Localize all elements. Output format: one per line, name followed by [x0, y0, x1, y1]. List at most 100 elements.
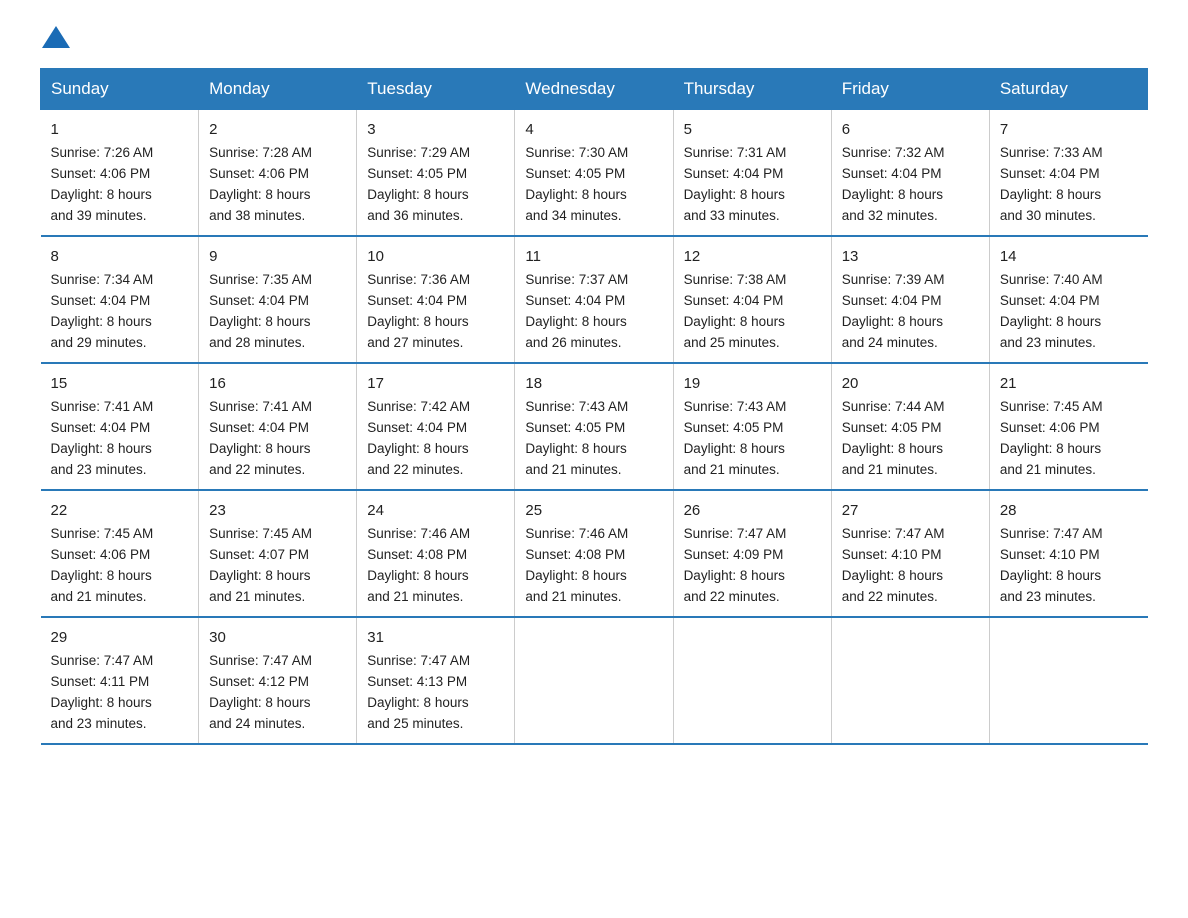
header-day-friday: Friday: [831, 69, 989, 110]
day-number: 29: [51, 626, 189, 649]
calendar-cell: [831, 617, 989, 744]
day-number: 20: [842, 372, 979, 395]
calendar-week-row: 22 Sunrise: 7:45 AMSunset: 4:06 PMDayligh…: [41, 490, 1148, 617]
day-number: 30: [209, 626, 346, 649]
calendar-cell: 21 Sunrise: 7:45 AMSunset: 4:06 PMDayligh…: [989, 363, 1147, 490]
day-number: 10: [367, 245, 504, 268]
header-day-thursday: Thursday: [673, 69, 831, 110]
header-day-tuesday: Tuesday: [357, 69, 515, 110]
calendar-cell: 23Sunrise: 7:45 AMSunset: 4:07 PMDayligh…: [199, 490, 357, 617]
calendar-header-row: SundayMondayTuesdayWednesdayThursdayFrid…: [41, 69, 1148, 110]
day-info: Sunrise: 7:43 AMSunset: 4:05 PMDaylight:…: [684, 399, 787, 477]
calendar-table: SundayMondayTuesdayWednesdayThursdayFrid…: [40, 68, 1148, 745]
day-number: 17: [367, 372, 504, 395]
day-info: Sunrise: 7:47 AMSunset: 4:13 PMDaylight:…: [367, 653, 470, 731]
calendar-cell: 14 Sunrise: 7:40 AMSunset: 4:04 PMDayligh…: [989, 236, 1147, 363]
header-day-sunday: Sunday: [41, 69, 199, 110]
day-info: Sunrise: 7:38 AMSunset: 4:04 PMDaylight:…: [684, 272, 787, 350]
day-number: 26: [684, 499, 821, 522]
day-info: Sunrise: 7:29 AMSunset: 4:05 PMDaylight:…: [367, 145, 470, 223]
day-number: 9: [209, 245, 346, 268]
day-number: 31: [367, 626, 504, 649]
day-info: Sunrise: 7:41 AMSunset: 4:04 PMDaylight:…: [209, 399, 312, 477]
day-number: 25: [525, 499, 662, 522]
day-info: Sunrise: 7:31 AMSunset: 4:04 PMDaylight:…: [684, 145, 787, 223]
day-info: Sunrise: 7:32 AMSunset: 4:04 PMDaylight:…: [842, 145, 945, 223]
day-number: 21: [1000, 372, 1138, 395]
day-info: Sunrise: 7:36 AMSunset: 4:04 PMDaylight:…: [367, 272, 470, 350]
day-number: 15: [51, 372, 189, 395]
calendar-cell: 27Sunrise: 7:47 AMSunset: 4:10 PMDayligh…: [831, 490, 989, 617]
calendar-cell: 5 Sunrise: 7:31 AMSunset: 4:04 PMDaylight…: [673, 110, 831, 236]
calendar-cell: 11 Sunrise: 7:37 AMSunset: 4:04 PMDayligh…: [515, 236, 673, 363]
day-number: 5: [684, 118, 821, 141]
calendar-cell: 31 Sunrise: 7:47 AMSunset: 4:13 PMDayligh…: [357, 617, 515, 744]
calendar-cell: 10 Sunrise: 7:36 AMSunset: 4:04 PMDayligh…: [357, 236, 515, 363]
day-number: 6: [842, 118, 979, 141]
calendar-cell: [989, 617, 1147, 744]
calendar-cell: 28Sunrise: 7:47 AMSunset: 4:10 PMDayligh…: [989, 490, 1147, 617]
logo-triangle-icon: [42, 26, 70, 48]
calendar-cell: 16 Sunrise: 7:41 AMSunset: 4:04 PMDayligh…: [199, 363, 357, 490]
day-number: 1: [51, 118, 189, 141]
calendar-cell: 19 Sunrise: 7:43 AMSunset: 4:05 PMDayligh…: [673, 363, 831, 490]
day-number: 16: [209, 372, 346, 395]
calendar-cell: 2 Sunrise: 7:28 AMSunset: 4:06 PMDaylight…: [199, 110, 357, 236]
header-day-saturday: Saturday: [989, 69, 1147, 110]
day-info: Sunrise: 7:42 AMSunset: 4:04 PMDaylight:…: [367, 399, 470, 477]
day-info: Sunrise: 7:46 AMSunset: 4:08 PMDaylight:…: [525, 526, 628, 604]
day-number: 14: [1000, 245, 1138, 268]
day-info: Sunrise: 7:45 AMSunset: 4:06 PMDaylight:…: [1000, 399, 1103, 477]
day-number: 7: [1000, 118, 1138, 141]
day-info: Sunrise: 7:40 AMSunset: 4:04 PMDaylight:…: [1000, 272, 1103, 350]
calendar-cell: 13Sunrise: 7:39 AMSunset: 4:04 PMDayligh…: [831, 236, 989, 363]
calendar-cell: 1Sunrise: 7:26 AMSunset: 4:06 PMDaylight…: [41, 110, 199, 236]
day-info: Sunrise: 7:45 AMSunset: 4:06 PMDaylight:…: [51, 526, 154, 604]
calendar-cell: 22 Sunrise: 7:45 AMSunset: 4:06 PMDayligh…: [41, 490, 199, 617]
calendar-cell: 8 Sunrise: 7:34 AMSunset: 4:04 PMDaylight…: [41, 236, 199, 363]
day-info: Sunrise: 7:47 AMSunset: 4:12 PMDaylight:…: [209, 653, 312, 731]
calendar-cell: 25 Sunrise: 7:46 AMSunset: 4:08 PMDayligh…: [515, 490, 673, 617]
calendar-cell: 9 Sunrise: 7:35 AMSunset: 4:04 PMDaylight…: [199, 236, 357, 363]
day-number: 2: [209, 118, 346, 141]
day-info: Sunrise: 7:43 AMSunset: 4:05 PMDaylight:…: [525, 399, 628, 477]
calendar-cell: 7 Sunrise: 7:33 AMSunset: 4:04 PMDaylight…: [989, 110, 1147, 236]
day-info: Sunrise: 7:47 AMSunset: 4:10 PMDaylight:…: [842, 526, 945, 604]
day-number: 18: [525, 372, 662, 395]
day-info: Sunrise: 7:47 AMSunset: 4:11 PMDaylight:…: [51, 653, 154, 731]
calendar-week-row: 8 Sunrise: 7:34 AMSunset: 4:04 PMDaylight…: [41, 236, 1148, 363]
day-number: 4: [525, 118, 662, 141]
day-info: Sunrise: 7:30 AMSunset: 4:05 PMDaylight:…: [525, 145, 628, 223]
calendar-cell: [673, 617, 831, 744]
day-info: Sunrise: 7:44 AMSunset: 4:05 PMDaylight:…: [842, 399, 945, 477]
day-info: Sunrise: 7:33 AMSunset: 4:04 PMDaylight:…: [1000, 145, 1103, 223]
calendar-cell: 26 Sunrise: 7:47 AMSunset: 4:09 PMDayligh…: [673, 490, 831, 617]
page-header: [40, 30, 1148, 48]
logo: [40, 30, 74, 48]
day-number: 19: [684, 372, 821, 395]
header-day-wednesday: Wednesday: [515, 69, 673, 110]
calendar-cell: 24Sunrise: 7:46 AMSunset: 4:08 PMDayligh…: [357, 490, 515, 617]
calendar-cell: 15Sunrise: 7:41 AMSunset: 4:04 PMDayligh…: [41, 363, 199, 490]
day-number: 23: [209, 499, 346, 522]
calendar-cell: 6 Sunrise: 7:32 AMSunset: 4:04 PMDaylight…: [831, 110, 989, 236]
day-info: Sunrise: 7:28 AMSunset: 4:06 PMDaylight:…: [209, 145, 312, 223]
day-number: 11: [525, 245, 662, 268]
calendar-week-row: 15 Sunrise: 7:41 AMSunset: 4:04 PMDayligh…: [41, 363, 1148, 490]
calendar-cell: 4 Sunrise: 7:30 AMSunset: 4:05 PMDaylight…: [515, 110, 673, 236]
day-number: 12: [684, 245, 821, 268]
day-info: Sunrise: 7:47 AMSunset: 4:09 PMDaylight:…: [684, 526, 787, 604]
header-day-monday: Monday: [199, 69, 357, 110]
calendar-cell: 18 Sunrise: 7:43 AMSunset: 4:05 PMDayligh…: [515, 363, 673, 490]
calendar-cell: 3Sunrise: 7:29 AMSunset: 4:05 PMDaylight…: [357, 110, 515, 236]
calendar-cell: 12 Sunrise: 7:38 AMSunset: 4:04 PMDayligh…: [673, 236, 831, 363]
calendar-cell: [515, 617, 673, 744]
day-info: Sunrise: 7:34 AMSunset: 4:04 PMDaylight:…: [51, 272, 154, 350]
day-info: Sunrise: 7:35 AMSunset: 4:04 PMDaylight:…: [209, 272, 312, 350]
day-info: Sunrise: 7:37 AMSunset: 4:04 PMDaylight:…: [525, 272, 628, 350]
day-number: 13: [842, 245, 979, 268]
calendar-cell: 30 Sunrise: 7:47 AMSunset: 4:12 PMDayligh…: [199, 617, 357, 744]
day-number: 22: [51, 499, 189, 522]
calendar-cell: 20 Sunrise: 7:44 AMSunset: 4:05 PMDayligh…: [831, 363, 989, 490]
day-number: 8: [51, 245, 189, 268]
